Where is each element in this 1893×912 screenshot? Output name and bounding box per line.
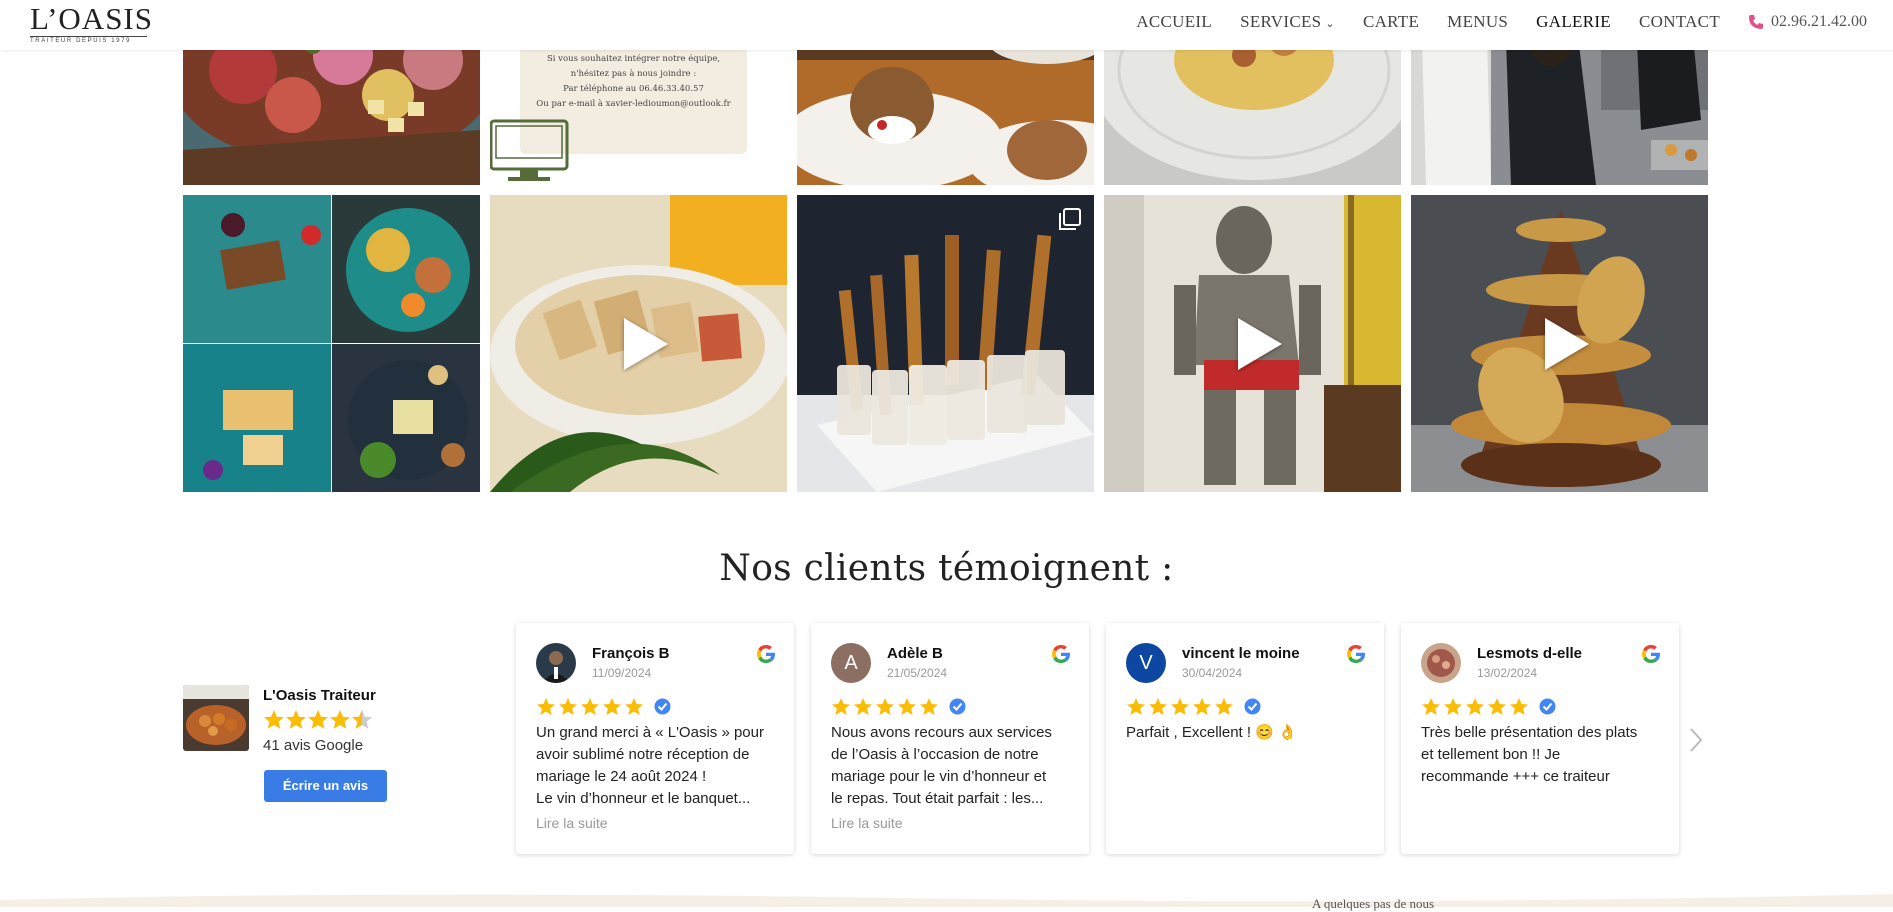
site-logo[interactable]: L’OASIS TRAITEUR DEPUIS 1979 bbox=[30, 1, 153, 44]
review-stars bbox=[1127, 698, 1233, 715]
review-count: 41 avis Google bbox=[263, 737, 364, 754]
logo-tagline: TRAITEUR DEPUIS 1979 bbox=[30, 36, 147, 44]
verrines-breadsticks-image bbox=[797, 195, 1094, 492]
review-text-line: Très belle présentation des plats bbox=[1421, 724, 1638, 741]
flyer-line-1: Si vous souhaitez intégrer notre équipe, bbox=[546, 54, 721, 64]
verified-badge-icon bbox=[949, 698, 966, 715]
review-card: A Adèle B 21/05/2024 Nous avons recours … bbox=[811, 623, 1089, 854]
dish-collage-image bbox=[183, 195, 480, 492]
gallery-tile-sandwich-platter[interactable] bbox=[490, 195, 787, 492]
review-date: 11/09/2024 bbox=[592, 666, 652, 680]
flyer-line-4: Ou par e-mail à xavier-ledioumon@outlook… bbox=[536, 99, 731, 109]
decorative-wave bbox=[0, 894, 1893, 907]
verified-badge-icon bbox=[654, 698, 671, 715]
review-text-line: mariage le 24 août 2024 ! bbox=[536, 768, 707, 785]
review-text-line: recommande +++ ce traiteur bbox=[1421, 768, 1610, 785]
multiple-images-icon bbox=[1059, 208, 1081, 230]
play-icon bbox=[1544, 317, 1589, 370]
review-card: François B 11/09/2024 Un grand merci à «… bbox=[516, 623, 794, 854]
footer-partial-heading: A quelques pas de nous bbox=[1312, 896, 1435, 911]
review-stars bbox=[537, 698, 643, 715]
review-text: Très belle présentation des plats et tel… bbox=[1421, 722, 1669, 788]
verified-badge-icon bbox=[1244, 698, 1261, 715]
review-text-line: Le vin d’honneur et le banquet... bbox=[536, 790, 751, 807]
flyer-line-2: n'hésitez pas à nous joindre : bbox=[570, 69, 697, 79]
nav-services-label: SERVICES bbox=[1240, 12, 1322, 31]
nav-menus[interactable]: MENUS bbox=[1447, 12, 1508, 32]
logo-wordmark: L’OASIS bbox=[30, 1, 153, 36]
google-rating-summary: L'Oasis Traiteur 41 avis Google Écrire u… bbox=[183, 685, 443, 805]
computer-icon bbox=[490, 119, 569, 181]
phone-icon bbox=[1749, 15, 1763, 29]
review-text-line: Un grand merci à « L'Oasis » pour bbox=[536, 724, 764, 741]
google-icon bbox=[1642, 645, 1660, 663]
gallery-tile-croquembouche[interactable] bbox=[1411, 195, 1708, 492]
phone-link[interactable]: 02.96.21.42.00 bbox=[1748, 13, 1867, 31]
review-text-line: avoir sublimé notre réception de bbox=[536, 746, 750, 763]
review-text-line: Parfait , Excellent ! 😊 👌 bbox=[1126, 724, 1297, 741]
verified-badge-icon bbox=[1539, 698, 1556, 715]
rating-stars bbox=[264, 710, 372, 729]
review-author: Adèle B bbox=[887, 645, 943, 662]
review-date: 30/04/2024 bbox=[1182, 666, 1243, 680]
carousel-next-arrow-icon[interactable] bbox=[1688, 726, 1704, 754]
review-text-line: de l’Oasis à l’occasion de notre bbox=[831, 746, 1039, 763]
review-text-line: mariage pour le vin d’honneur et bbox=[831, 768, 1047, 785]
avatar: A bbox=[831, 643, 871, 683]
review-text: Parfait , Excellent ! 😊 👌 bbox=[1126, 722, 1374, 744]
google-icon bbox=[757, 645, 775, 663]
review-date: 21/05/2024 bbox=[887, 666, 948, 680]
nav-carte[interactable]: CARTE bbox=[1363, 12, 1419, 32]
write-review-button[interactable]: Écrire un avis bbox=[264, 770, 387, 802]
review-stars bbox=[1422, 698, 1528, 715]
flyer-line-3: Par téléphone au 06.46.33.40.57 bbox=[563, 84, 704, 94]
play-icon bbox=[1237, 317, 1282, 370]
avatar: V bbox=[1126, 643, 1166, 683]
business-thumbnail bbox=[183, 685, 249, 751]
nav-galerie[interactable]: GALERIE bbox=[1536, 12, 1611, 32]
review-card: Lesmots d-elle 13/02/2024 Très belle pré… bbox=[1401, 623, 1679, 854]
chevron-down-icon: ⌄ bbox=[1325, 18, 1335, 30]
review-text-line: et tellement bon !! Je bbox=[1421, 746, 1561, 763]
review-date: 13/02/2024 bbox=[1477, 666, 1538, 680]
gallery-tile-knight-armor[interactable] bbox=[1104, 195, 1401, 492]
instagram-gallery: Si vous souhaitez intégrer notre équipe,… bbox=[0, 0, 1893, 500]
nav-services[interactable]: SERVICES ⌄ bbox=[1240, 12, 1335, 32]
review-text: Nous avons recours aux services de l’Oas… bbox=[831, 722, 1079, 810]
google-icon bbox=[1052, 645, 1070, 663]
nav-accueil[interactable]: ACCUEIL bbox=[1136, 12, 1212, 32]
review-text-line: Nous avons recours aux services bbox=[831, 724, 1052, 741]
main-nav: ACCUEIL SERVICES ⌄ CARTE MENUS GALERIE CO… bbox=[1108, 12, 1867, 32]
avatar bbox=[536, 643, 576, 683]
google-icon bbox=[1347, 645, 1365, 663]
review-author: Lesmots d-elle bbox=[1477, 645, 1583, 662]
review-text: Un grand merci à « L'Oasis » pour avoir … bbox=[536, 722, 784, 810]
review-stars bbox=[832, 698, 938, 715]
phone-number: 02.96.21.42.00 bbox=[1771, 13, 1867, 30]
read-more-link[interactable]: Lire la suite bbox=[536, 815, 608, 831]
review-card: V vincent le moine 30/04/2024 Parfait , … bbox=[1106, 623, 1384, 854]
gallery-tile-verrines-breadsticks[interactable] bbox=[797, 195, 1094, 492]
testimonials-title: Nos clients témoignent : bbox=[719, 548, 1174, 589]
site-header: L’OASIS TRAITEUR DEPUIS 1979 ACCUEIL SER… bbox=[0, 0, 1893, 50]
play-icon bbox=[623, 317, 668, 370]
gallery-tile-dish-collage[interactable] bbox=[183, 195, 480, 492]
nav-contact[interactable]: CONTACT bbox=[1639, 12, 1720, 32]
avatar bbox=[1421, 643, 1461, 683]
business-name: L'Oasis Traiteur bbox=[263, 687, 376, 704]
review-author: François B bbox=[592, 645, 670, 662]
review-text-line: le repas. Tout était parfait : les... bbox=[831, 790, 1044, 807]
review-author: vincent le moine bbox=[1182, 645, 1300, 662]
read-more-link[interactable]: Lire la suite bbox=[831, 815, 903, 831]
